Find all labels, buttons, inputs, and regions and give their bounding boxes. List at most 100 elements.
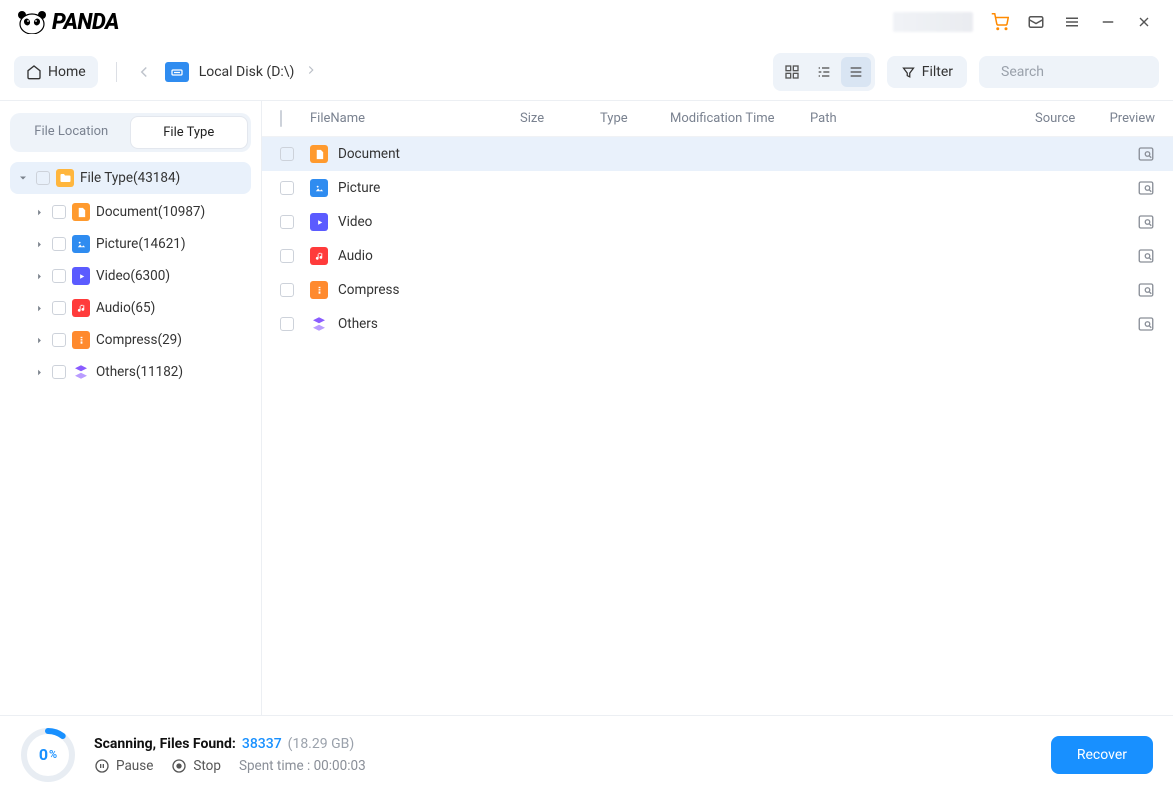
tree-item-picture[interactable]: Picture(14621) <box>10 228 251 260</box>
list-row[interactable]: Video <box>262 205 1173 239</box>
app-logo: PANDA <box>16 10 119 35</box>
col-source[interactable]: Source <box>1035 111 1095 126</box>
pause-button[interactable]: Pause <box>94 758 153 774</box>
row-checkbox[interactable] <box>280 283 294 297</box>
tree-checkbox[interactable] <box>52 205 66 219</box>
file-type-tree: File Type(43184) Document(10987) Picture… <box>10 162 251 388</box>
col-preview[interactable]: Preview <box>1095 111 1155 126</box>
row-name: Picture <box>338 180 1137 196</box>
tab-file-type[interactable]: File Type <box>130 116 249 149</box>
preview-icon[interactable] <box>1137 179 1155 197</box>
filter-button[interactable]: Filter <box>887 56 967 88</box>
tree-item-document[interactable]: Document(10987) <box>10 196 251 228</box>
list-row[interactable]: Picture <box>262 171 1173 205</box>
row-name: Others <box>338 316 1137 332</box>
cart-icon[interactable] <box>991 13 1009 31</box>
row-checkbox[interactable] <box>280 215 294 229</box>
close-icon[interactable] <box>1135 13 1153 31</box>
row-checkbox[interactable] <box>280 249 294 263</box>
tree-item-label: Document(10987) <box>96 204 205 220</box>
preview-icon[interactable] <box>1137 213 1155 231</box>
folder-icon <box>56 169 74 187</box>
recover-button[interactable]: Recover <box>1051 736 1153 774</box>
tree-item-label: Others(11182) <box>96 364 183 380</box>
row-checkbox[interactable] <box>280 317 294 331</box>
breadcrumb-label: Local Disk (D:\) <box>199 64 295 80</box>
tree-checkbox[interactable] <box>52 301 66 315</box>
home-label: Home <box>48 64 86 80</box>
files-found-count: 38337 <box>242 736 282 752</box>
filter-label: Filter <box>922 64 953 80</box>
pause-icon <box>94 758 110 774</box>
preview-icon[interactable] <box>1137 145 1155 163</box>
tree-checkbox[interactable] <box>36 171 50 185</box>
tree-checkbox[interactable] <box>52 333 66 347</box>
chevron-right-icon <box>304 63 318 81</box>
list-row[interactable]: Compress <box>262 273 1173 307</box>
row-checkbox[interactable] <box>280 147 294 161</box>
list-body: Document Picture Video Audio Compress Ot… <box>262 137 1173 715</box>
list-view-icon[interactable] <box>841 57 871 87</box>
minimize-icon[interactable] <box>1099 13 1117 31</box>
caret-right-icon[interactable] <box>32 269 46 283</box>
back-icon[interactable] <box>135 63 153 81</box>
tree-root-label: File Type(43184) <box>80 170 180 186</box>
panda-icon <box>16 10 48 34</box>
tree-item-label: Video(6300) <box>96 268 170 284</box>
caret-right-icon[interactable] <box>32 205 46 219</box>
tree-item-label: Picture(14621) <box>96 236 186 252</box>
search-box[interactable] <box>979 56 1159 88</box>
progress-ring: 0% <box>20 727 76 783</box>
list-row[interactable]: Audio <box>262 239 1173 273</box>
view-mode-switch <box>773 53 875 91</box>
col-size[interactable]: Size <box>520 111 600 126</box>
tab-file-location[interactable]: File Location <box>13 116 130 149</box>
row-checkbox[interactable] <box>280 181 294 195</box>
tree-item-label: Compress(29) <box>96 332 182 348</box>
tree-item-compress[interactable]: Compress(29) <box>10 324 251 356</box>
home-button[interactable]: Home <box>14 56 98 88</box>
stop-icon <box>171 758 187 774</box>
grid-view-icon[interactable] <box>777 57 807 87</box>
progress-percent: 0 <box>39 745 48 764</box>
col-path[interactable]: Path <box>810 111 1035 126</box>
select-all-checkbox[interactable] <box>280 110 282 127</box>
preview-icon[interactable] <box>1137 281 1155 299</box>
titlebar-controls <box>893 12 1153 32</box>
tree-item-others[interactable]: Others(11182) <box>10 356 251 388</box>
tree-checkbox[interactable] <box>52 269 66 283</box>
row-name: Video <box>338 214 1137 230</box>
tree-checkbox[interactable] <box>52 365 66 379</box>
preview-icon[interactable] <box>1137 315 1155 333</box>
progress-unit: % <box>49 748 57 761</box>
tree-root-file-type[interactable]: File Type(43184) <box>10 162 251 194</box>
preview-icon[interactable] <box>1137 247 1155 265</box>
tree-view-icon[interactable] <box>809 57 839 87</box>
col-filename[interactable]: FileName <box>310 111 520 126</box>
breadcrumb[interactable]: Local Disk (D:\) <box>165 62 319 82</box>
col-type[interactable]: Type <box>600 111 670 126</box>
caret-right-icon[interactable] <box>32 333 46 347</box>
tree-item-audio[interactable]: Audio(65) <box>10 292 251 324</box>
caret-right-icon[interactable] <box>32 365 46 379</box>
caret-down-icon[interactable] <box>16 171 30 185</box>
caret-right-icon[interactable] <box>32 301 46 315</box>
toolbar: Home Local Disk (D:\) Filter <box>0 44 1173 100</box>
caret-right-icon[interactable] <box>32 237 46 251</box>
search-input[interactable] <box>1001 64 1173 80</box>
content: FileName Size Type Modification Time Pat… <box>262 101 1173 715</box>
stop-button[interactable]: Stop <box>171 758 221 774</box>
row-name: Compress <box>338 282 1137 298</box>
row-name: Document <box>338 146 1137 162</box>
tree-item-video[interactable]: Video(6300) <box>10 260 251 292</box>
user-area[interactable] <box>893 12 973 32</box>
hamburger-menu-icon[interactable] <box>1063 13 1081 31</box>
list-row[interactable]: Document <box>262 137 1173 171</box>
list-row[interactable]: Others <box>262 307 1173 341</box>
titlebar: PANDA <box>0 0 1173 44</box>
tree-checkbox[interactable] <box>52 237 66 251</box>
inbox-icon[interactable] <box>1027 13 1045 31</box>
sidebar-tabs: File Location File Type <box>10 113 251 152</box>
col-mtime[interactable]: Modification Time <box>670 111 810 126</box>
sidebar: File Location File Type File Type(43184)… <box>0 101 262 715</box>
